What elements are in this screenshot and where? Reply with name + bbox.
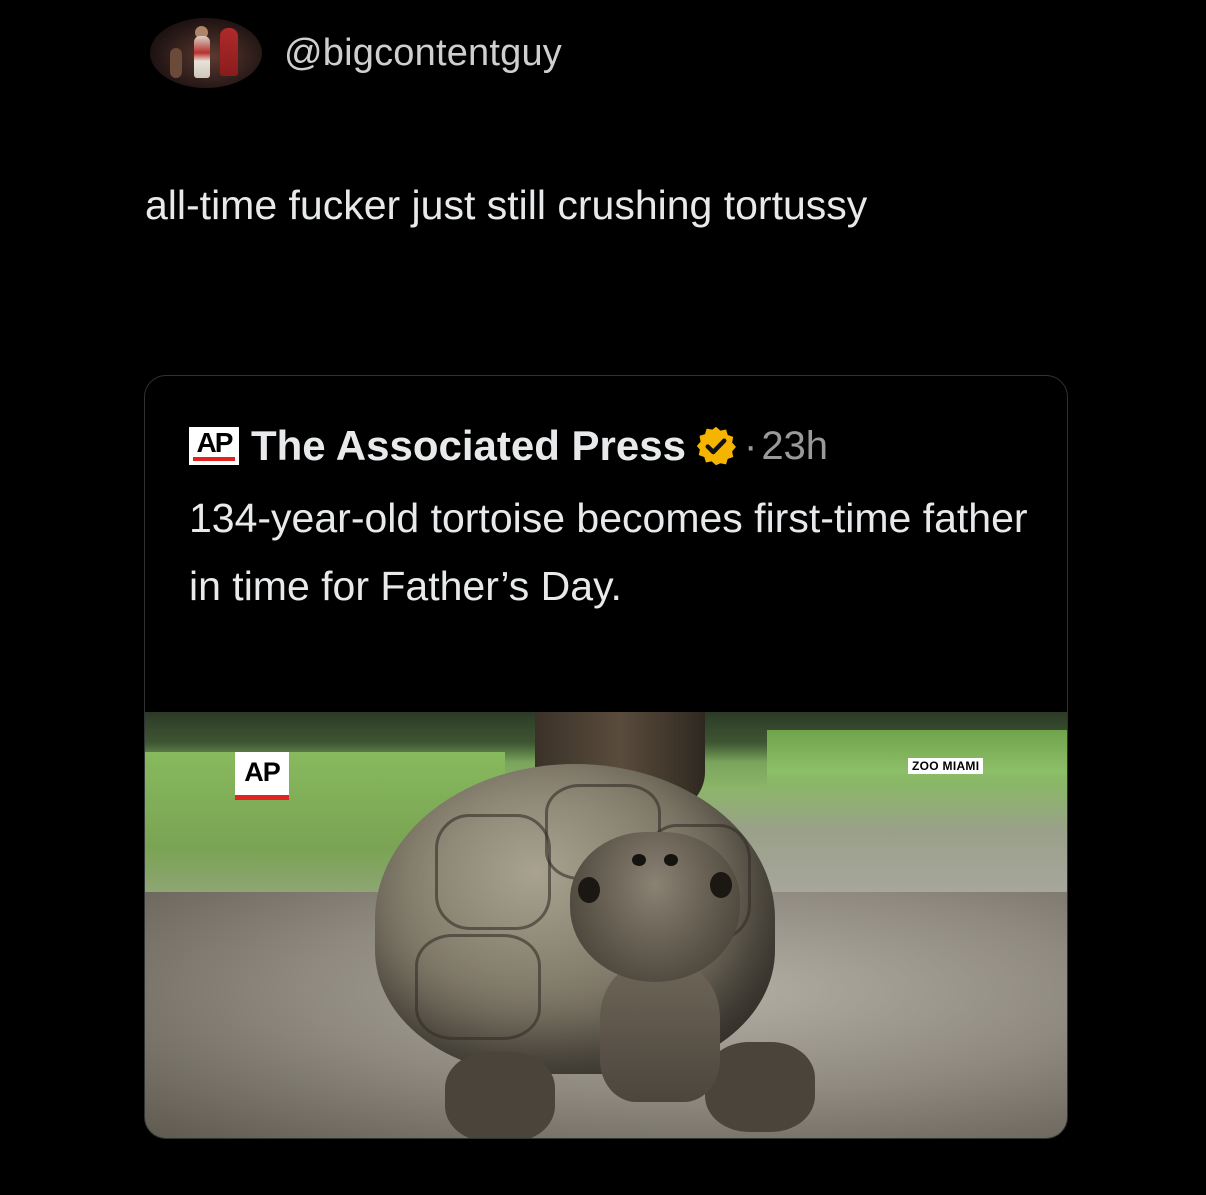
zoo-miami-credit: ZOO MIAMI bbox=[908, 758, 984, 774]
tortoise-leg-left bbox=[445, 1052, 555, 1138]
tortoise-photo[interactable]: AP ZOO MIAMI bbox=[145, 712, 1067, 1138]
post-text: all-time fucker just still crushing tort… bbox=[145, 182, 868, 228]
ap-logo-text: AP bbox=[196, 427, 234, 458]
ap-watermark-text: AP bbox=[244, 756, 281, 787]
source-name[interactable]: The Associated Press bbox=[251, 422, 686, 470]
quoted-post-text: 134-year-old tortoise becomes first-time… bbox=[189, 495, 1028, 609]
tortoise-leg-right bbox=[705, 1042, 815, 1132]
quoted-post-card[interactable]: AP The Associated Press · 23h 134-year-o… bbox=[144, 375, 1068, 1139]
separator-dot: · bbox=[743, 423, 758, 468]
user-handle[interactable]: @bigcontentguy bbox=[284, 32, 562, 75]
tortoise-neck bbox=[600, 962, 720, 1102]
ap-watermark-logo: AP bbox=[235, 752, 289, 800]
quoted-post-header: AP The Associated Press · 23h bbox=[189, 416, 828, 476]
ap-logo[interactable]: AP bbox=[189, 427, 239, 465]
tortoise-head bbox=[570, 832, 740, 982]
verified-badge-icon bbox=[696, 426, 736, 466]
avatar[interactable] bbox=[150, 18, 262, 88]
post-header: @bigcontentguy bbox=[150, 18, 562, 88]
timestamp[interactable]: 23h bbox=[761, 424, 828, 469]
